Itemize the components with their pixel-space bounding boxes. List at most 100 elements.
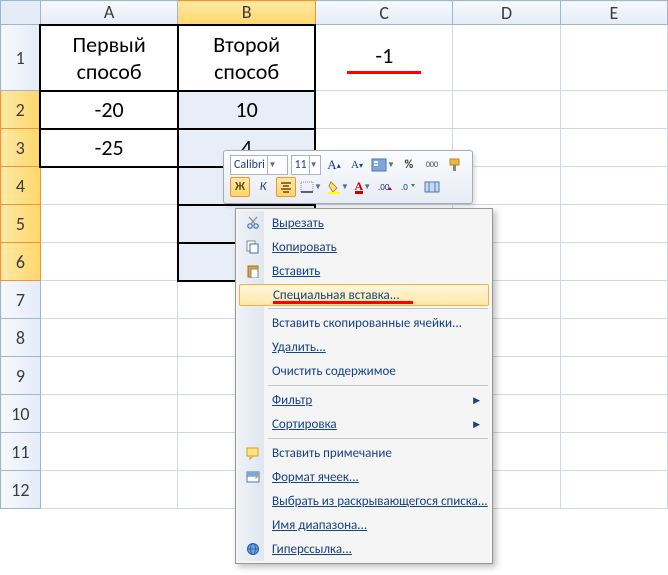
decrease-font-button[interactable]: A▾ [347,155,367,175]
cell-e11[interactable] [560,433,667,471]
menu-separator [268,385,488,386]
menu-hyperlink[interactable]: Гиперссылка... [238,537,490,561]
cell-b2[interactable]: 10 [178,91,315,129]
cell-e5[interactable] [560,205,667,243]
cell-b1[interactable]: Второй способ [178,25,315,91]
italic-button[interactable]: К [253,177,273,197]
col-header-b[interactable]: B [178,1,315,25]
row-header-9[interactable]: 9 [1,357,41,395]
comment-icon [242,443,264,463]
menu-separator [268,438,488,439]
row-header-8[interactable]: 8 [1,319,41,357]
cell-d1[interactable] [453,25,560,91]
format-cells-icon [242,467,264,487]
cell-e1[interactable] [560,25,667,91]
row-header-3[interactable]: 3 [1,129,41,167]
cell-a12[interactable] [40,471,178,509]
cell-e8[interactable] [560,319,667,357]
menu-separator [268,308,488,309]
percent-style-button[interactable]: % [399,155,419,175]
menu-insert-comment[interactable]: Вставить примечание [238,441,490,465]
col-header-a[interactable]: A [40,1,178,25]
menu-cut-label: Вырезать [264,216,324,231]
row-header-7[interactable]: 7 [1,281,41,319]
font-name-value: Calibri [234,158,265,172]
font-color-button[interactable]: A▼ [353,177,373,197]
svg-text:.0: .0 [401,182,408,193]
cell-e10[interactable] [560,395,667,433]
cell-e2[interactable] [560,91,667,129]
menu-delete[interactable]: Удалить... [238,335,490,359]
menu-filter[interactable]: Фильтр ▶ [238,388,490,412]
cell-e3[interactable] [560,129,667,167]
cell-e6[interactable] [560,243,667,281]
cell-e9[interactable] [560,357,667,395]
comma-style-button[interactable]: 000 [422,155,442,175]
cell-a7[interactable] [40,281,178,319]
menu-named-range-label: Имя диапазона... [264,518,367,533]
chevron-down-icon: ▼ [309,156,318,174]
row-header-4[interactable]: 4 [1,167,41,205]
row-header-6[interactable]: 6 [1,243,41,281]
cell-c1[interactable]: -1 [315,25,453,91]
merge-center-button[interactable] [422,177,442,197]
row-header-12[interactable]: 12 [1,471,41,509]
row-header-1[interactable]: 1 [1,25,41,91]
font-size-dropdown[interactable]: 11▼ [291,155,321,175]
menu-named-range[interactable]: Имя диапазона... [238,513,490,537]
row-header-10[interactable]: 10 [1,395,41,433]
borders-button[interactable]: ▼ [299,177,323,197]
menu-format-cells[interactable]: Формат ячеек... [238,465,490,489]
cell-d2[interactable] [453,91,560,129]
menu-format-cells-label: Формат ячеек... [264,470,359,485]
menu-sort-label: Сортировка [264,417,337,432]
align-center-button[interactable] [276,177,296,197]
menu-clear-contents-label: Очистить содержимое [264,364,396,379]
row-header-2[interactable]: 2 [1,91,41,129]
increase-decimal-button[interactable]: .0 [399,177,419,197]
menu-clear-contents[interactable]: Очистить содержимое [238,359,490,383]
cell-a3[interactable]: -25 [40,129,178,167]
col-header-e[interactable]: E [560,1,667,25]
cell-a8[interactable] [40,319,178,357]
cell-a5[interactable] [40,205,178,243]
submenu-arrow-icon: ▶ [473,395,480,406]
font-name-dropdown[interactable]: Calibri▼ [230,155,288,175]
menu-cut[interactable]: Вырезать [238,211,490,235]
svg-text:.00: .00 [378,182,390,193]
menu-pick-from-list[interactable]: Выбрать из раскрывающегося списка... [238,489,490,513]
cell-a1[interactable]: Первый способ [40,25,178,91]
increase-font-button[interactable]: A▴ [324,155,344,175]
bold-button[interactable]: Ж [230,177,250,197]
select-all-corner[interactable] [1,1,41,25]
cell-e7[interactable] [560,281,667,319]
fill-color-button[interactable]: ▼ [326,177,350,197]
decrease-decimal-button[interactable]: .00 [376,177,396,197]
menu-paste-label: Вставить [264,264,320,279]
submenu-arrow-icon: ▶ [473,419,480,430]
highlight-underline [273,301,413,304]
col-header-d[interactable]: D [453,1,560,25]
cell-c2[interactable] [315,91,453,129]
cell-a10[interactable] [40,395,178,433]
cell-a6[interactable] [40,243,178,281]
menu-paste[interactable]: Вставить [238,259,490,283]
col-header-c[interactable]: C [315,1,453,25]
menu-insert-copied[interactable]: Вставить скопированные ячейки... [238,311,490,335]
format-painter-button[interactable] [445,155,465,175]
cell-a4[interactable] [40,167,178,205]
paste-special-icon [243,285,265,305]
cell-a9[interactable] [40,357,178,395]
row-header-11[interactable]: 11 [1,433,41,471]
cell-a2[interactable]: -20 [40,91,178,129]
cell-a11[interactable] [40,433,178,471]
accounting-format-button[interactable]: ▼ [370,155,396,175]
menu-copy[interactable]: Копировать [238,235,490,259]
chevron-down-icon: ▼ [267,156,277,174]
menu-sort[interactable]: Сортировка ▶ [238,412,490,436]
row-header-5[interactable]: 5 [1,205,41,243]
cut-icon [242,213,264,233]
cell-e4[interactable] [560,167,667,205]
cell-e12[interactable] [560,471,667,509]
menu-paste-special[interactable]: Специальная вставка... [239,284,489,306]
